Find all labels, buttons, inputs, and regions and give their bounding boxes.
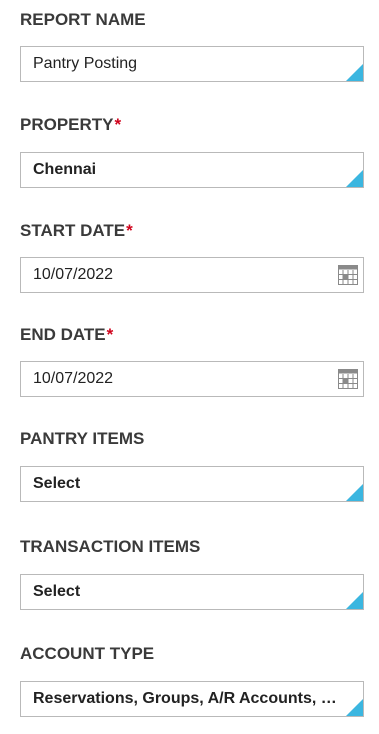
start-date-label: START DATE* — [20, 221, 133, 241]
account-type-value: Reservations, Groups, A/R Accounts, Hou.… — [33, 690, 345, 707]
dropdown-corner-icon — [346, 64, 363, 81]
dropdown-corner-icon — [346, 592, 363, 609]
report-name-field[interactable]: Pantry Posting — [20, 46, 364, 82]
start-date-input[interactable]: 10/07/2022 — [20, 257, 364, 293]
report-name-value: Pantry Posting — [33, 55, 138, 72]
property-value: Chennai — [33, 161, 97, 178]
transaction-items-label: TRANSACTION ITEMS — [20, 537, 200, 557]
property-label-text: PROPERTY — [20, 115, 114, 134]
dropdown-corner-icon — [346, 484, 363, 501]
end-date-value: 10/07/2022 — [33, 370, 114, 387]
calendar-icon[interactable] — [338, 369, 358, 389]
start-date-label-text: START DATE — [20, 221, 126, 240]
required-asterisk: * — [126, 221, 133, 240]
required-asterisk: * — [106, 325, 114, 344]
transaction-items-select[interactable]: Select — [20, 574, 364, 610]
calendar-icon[interactable] — [338, 265, 358, 285]
end-date-input[interactable]: 10/07/2022 — [20, 361, 364, 397]
pantry-items-label-text: PANTRY ITEMS — [20, 429, 145, 448]
start-date-value: 10/07/2022 — [33, 266, 114, 283]
report-name-label: REPORT NAME — [20, 10, 146, 30]
pantry-items-select[interactable]: Select — [20, 466, 364, 502]
account-type-label: ACCOUNT TYPE — [20, 644, 154, 664]
required-asterisk: * — [114, 115, 122, 134]
dropdown-corner-icon — [346, 170, 363, 187]
report-name-label-text: REPORT NAME — [20, 10, 146, 29]
transaction-items-label-text: TRANSACTION ITEMS — [20, 537, 201, 556]
account-type-select[interactable]: Reservations, Groups, A/R Accounts, Hou.… — [20, 681, 364, 717]
dropdown-corner-icon — [346, 699, 363, 716]
transaction-items-value: Select — [33, 583, 81, 600]
property-label: PROPERTY* — [20, 115, 121, 135]
property-select[interactable]: Chennai — [20, 152, 364, 188]
end-date-label: END DATE* — [20, 325, 113, 345]
end-date-label-text: END DATE — [20, 325, 106, 344]
pantry-items-label: PANTRY ITEMS — [20, 429, 144, 449]
account-type-label-text: ACCOUNT TYPE — [20, 644, 155, 663]
pantry-items-value: Select — [33, 475, 81, 492]
